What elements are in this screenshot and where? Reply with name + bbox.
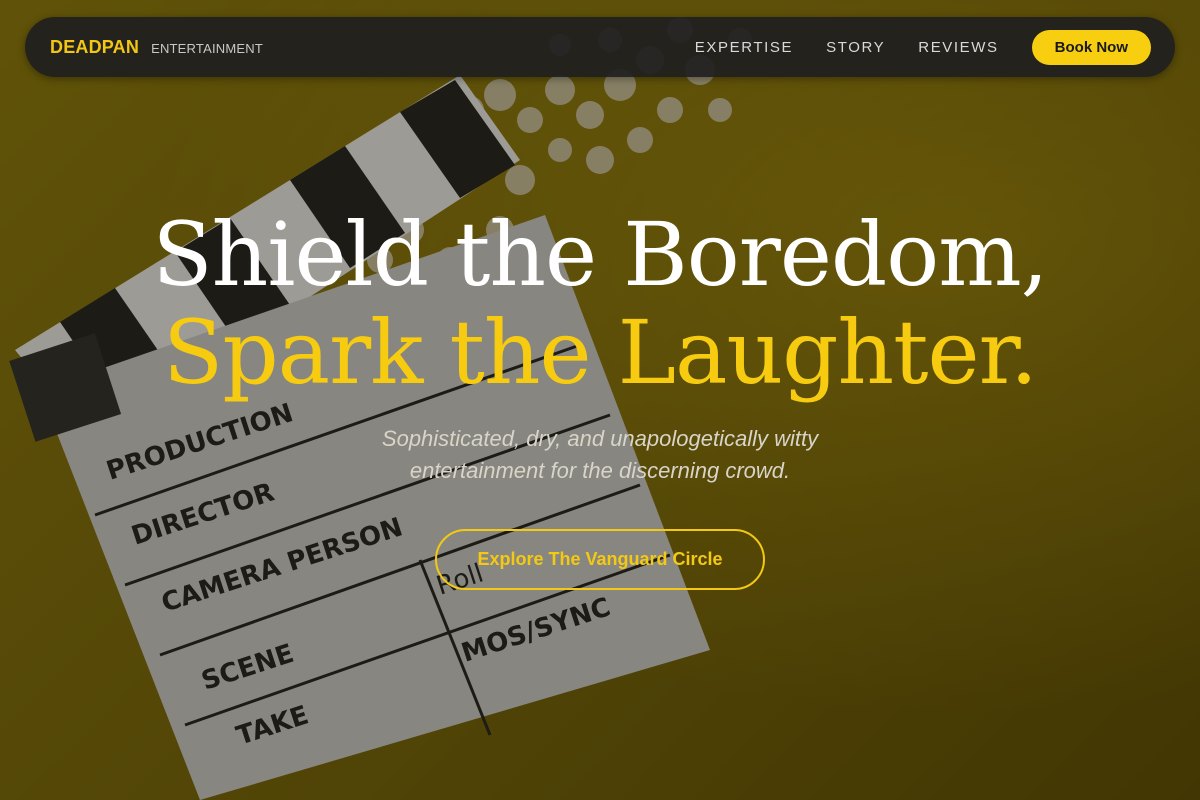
hero-headline-line1: Shield the Boredom, bbox=[152, 203, 1048, 306]
hero-subtitle-line2: entertainment for the discerning crowd. bbox=[409, 458, 791, 483]
hero-section: PRODUCTION DIRECTOR CAMERA PERSON SCENE … bbox=[0, 0, 1200, 800]
brand-name: DEADPAN bbox=[50, 36, 140, 57]
hero-subtitle: Sophisticated, dry, and unapologetically… bbox=[290, 423, 910, 487]
nav-link-reviews[interactable]: REVIEWS bbox=[918, 39, 998, 56]
nav-link-expertise[interactable]: EXPERTISE bbox=[695, 39, 793, 56]
hero-headline-line2: Spark the Laughter. bbox=[163, 301, 1038, 404]
nav-links: EXPERTISE STORY REVIEWS Book Now bbox=[695, 29, 1151, 65]
explore-vanguard-circle-button[interactable]: Explore The Vanguard Circle bbox=[435, 529, 765, 590]
book-now-button[interactable]: Book Now bbox=[1031, 29, 1151, 65]
hero-content: Shield the Boredom, Spark the Laughter. … bbox=[0, 205, 1200, 590]
top-navbar: DEADPAN ENTERTAINMENT EXPERTISE STORY RE… bbox=[25, 17, 1175, 77]
brand-subtitle: ENTERTAINMENT bbox=[151, 40, 263, 56]
brand-logo[interactable]: DEADPAN ENTERTAINMENT bbox=[50, 37, 263, 58]
hero-subtitle-line1: Sophisticated, dry, and unapologetically… bbox=[381, 426, 819, 451]
nav-link-story[interactable]: STORY bbox=[826, 39, 885, 56]
